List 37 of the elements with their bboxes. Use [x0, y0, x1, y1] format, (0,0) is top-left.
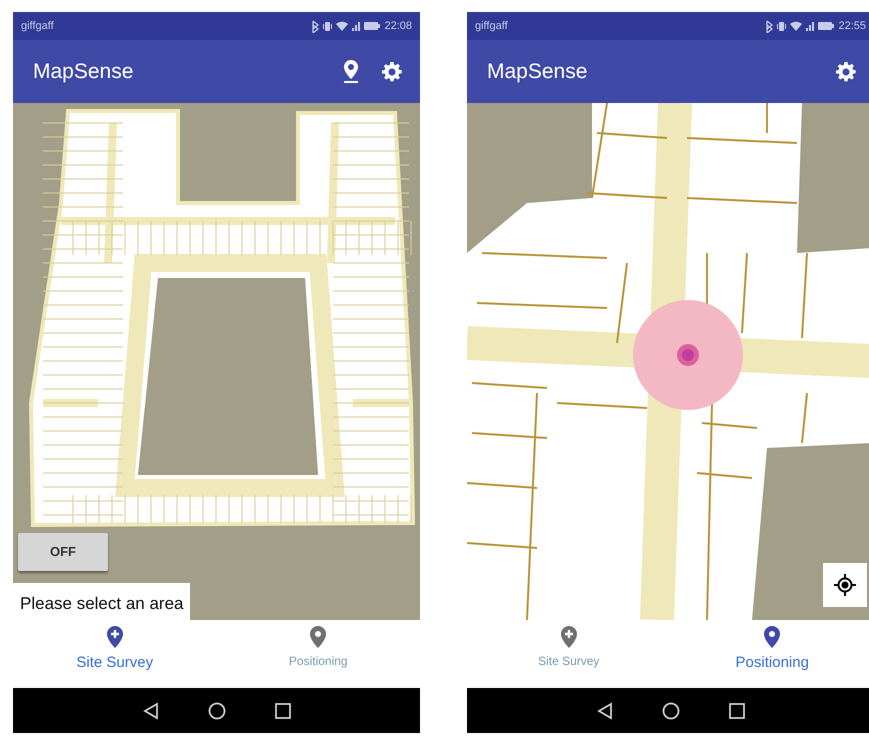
back-icon[interactable]: [596, 702, 614, 720]
battery-icon: [364, 22, 380, 30]
status-message: Please select an area: [13, 582, 190, 620]
signal-icon: [352, 21, 360, 31]
pin-icon: [764, 626, 780, 648]
nav-tab[interactable]: Positioning: [223, 620, 414, 670]
vibrate-icon: [777, 19, 786, 33]
battery-icon: [818, 22, 834, 30]
add-pin-icon: [560, 626, 577, 648]
recents-icon[interactable]: [274, 702, 292, 720]
pin-icon: [310, 626, 326, 648]
clock-time: 22:08: [384, 18, 412, 34]
crosshair-icon: [834, 574, 856, 596]
settings-icon[interactable]: [836, 62, 856, 82]
location-pin-icon[interactable]: [344, 60, 358, 83]
bluetooth-icon: [766, 19, 774, 33]
add-pin-icon: [106, 626, 123, 648]
wifi-icon: [336, 20, 348, 32]
off-toggle-button[interactable]: OFF: [18, 533, 108, 571]
nav-tab[interactable]: Positioning: [677, 620, 868, 674]
app-title: MapSense: [33, 58, 134, 85]
recents-icon[interactable]: [728, 702, 746, 720]
home-icon[interactable]: [662, 702, 680, 720]
app-title: MapSense: [487, 58, 588, 85]
vibrate-icon: [323, 19, 332, 33]
locate-button[interactable]: [823, 563, 867, 607]
settings-icon[interactable]: [382, 62, 402, 82]
nav-tab[interactable]: Site Survey: [474, 620, 664, 670]
carrier-name: giffgaff: [21, 18, 54, 34]
signal-icon: [806, 21, 814, 31]
wifi-icon: [790, 20, 802, 32]
nav-tab[interactable]: Site Survey: [20, 620, 210, 674]
home-icon[interactable]: [208, 702, 226, 720]
bluetooth-icon: [312, 19, 320, 33]
clock-time: 22:55: [838, 18, 866, 34]
carrier-name: giffgaff: [475, 18, 508, 34]
back-icon[interactable]: [142, 702, 160, 720]
